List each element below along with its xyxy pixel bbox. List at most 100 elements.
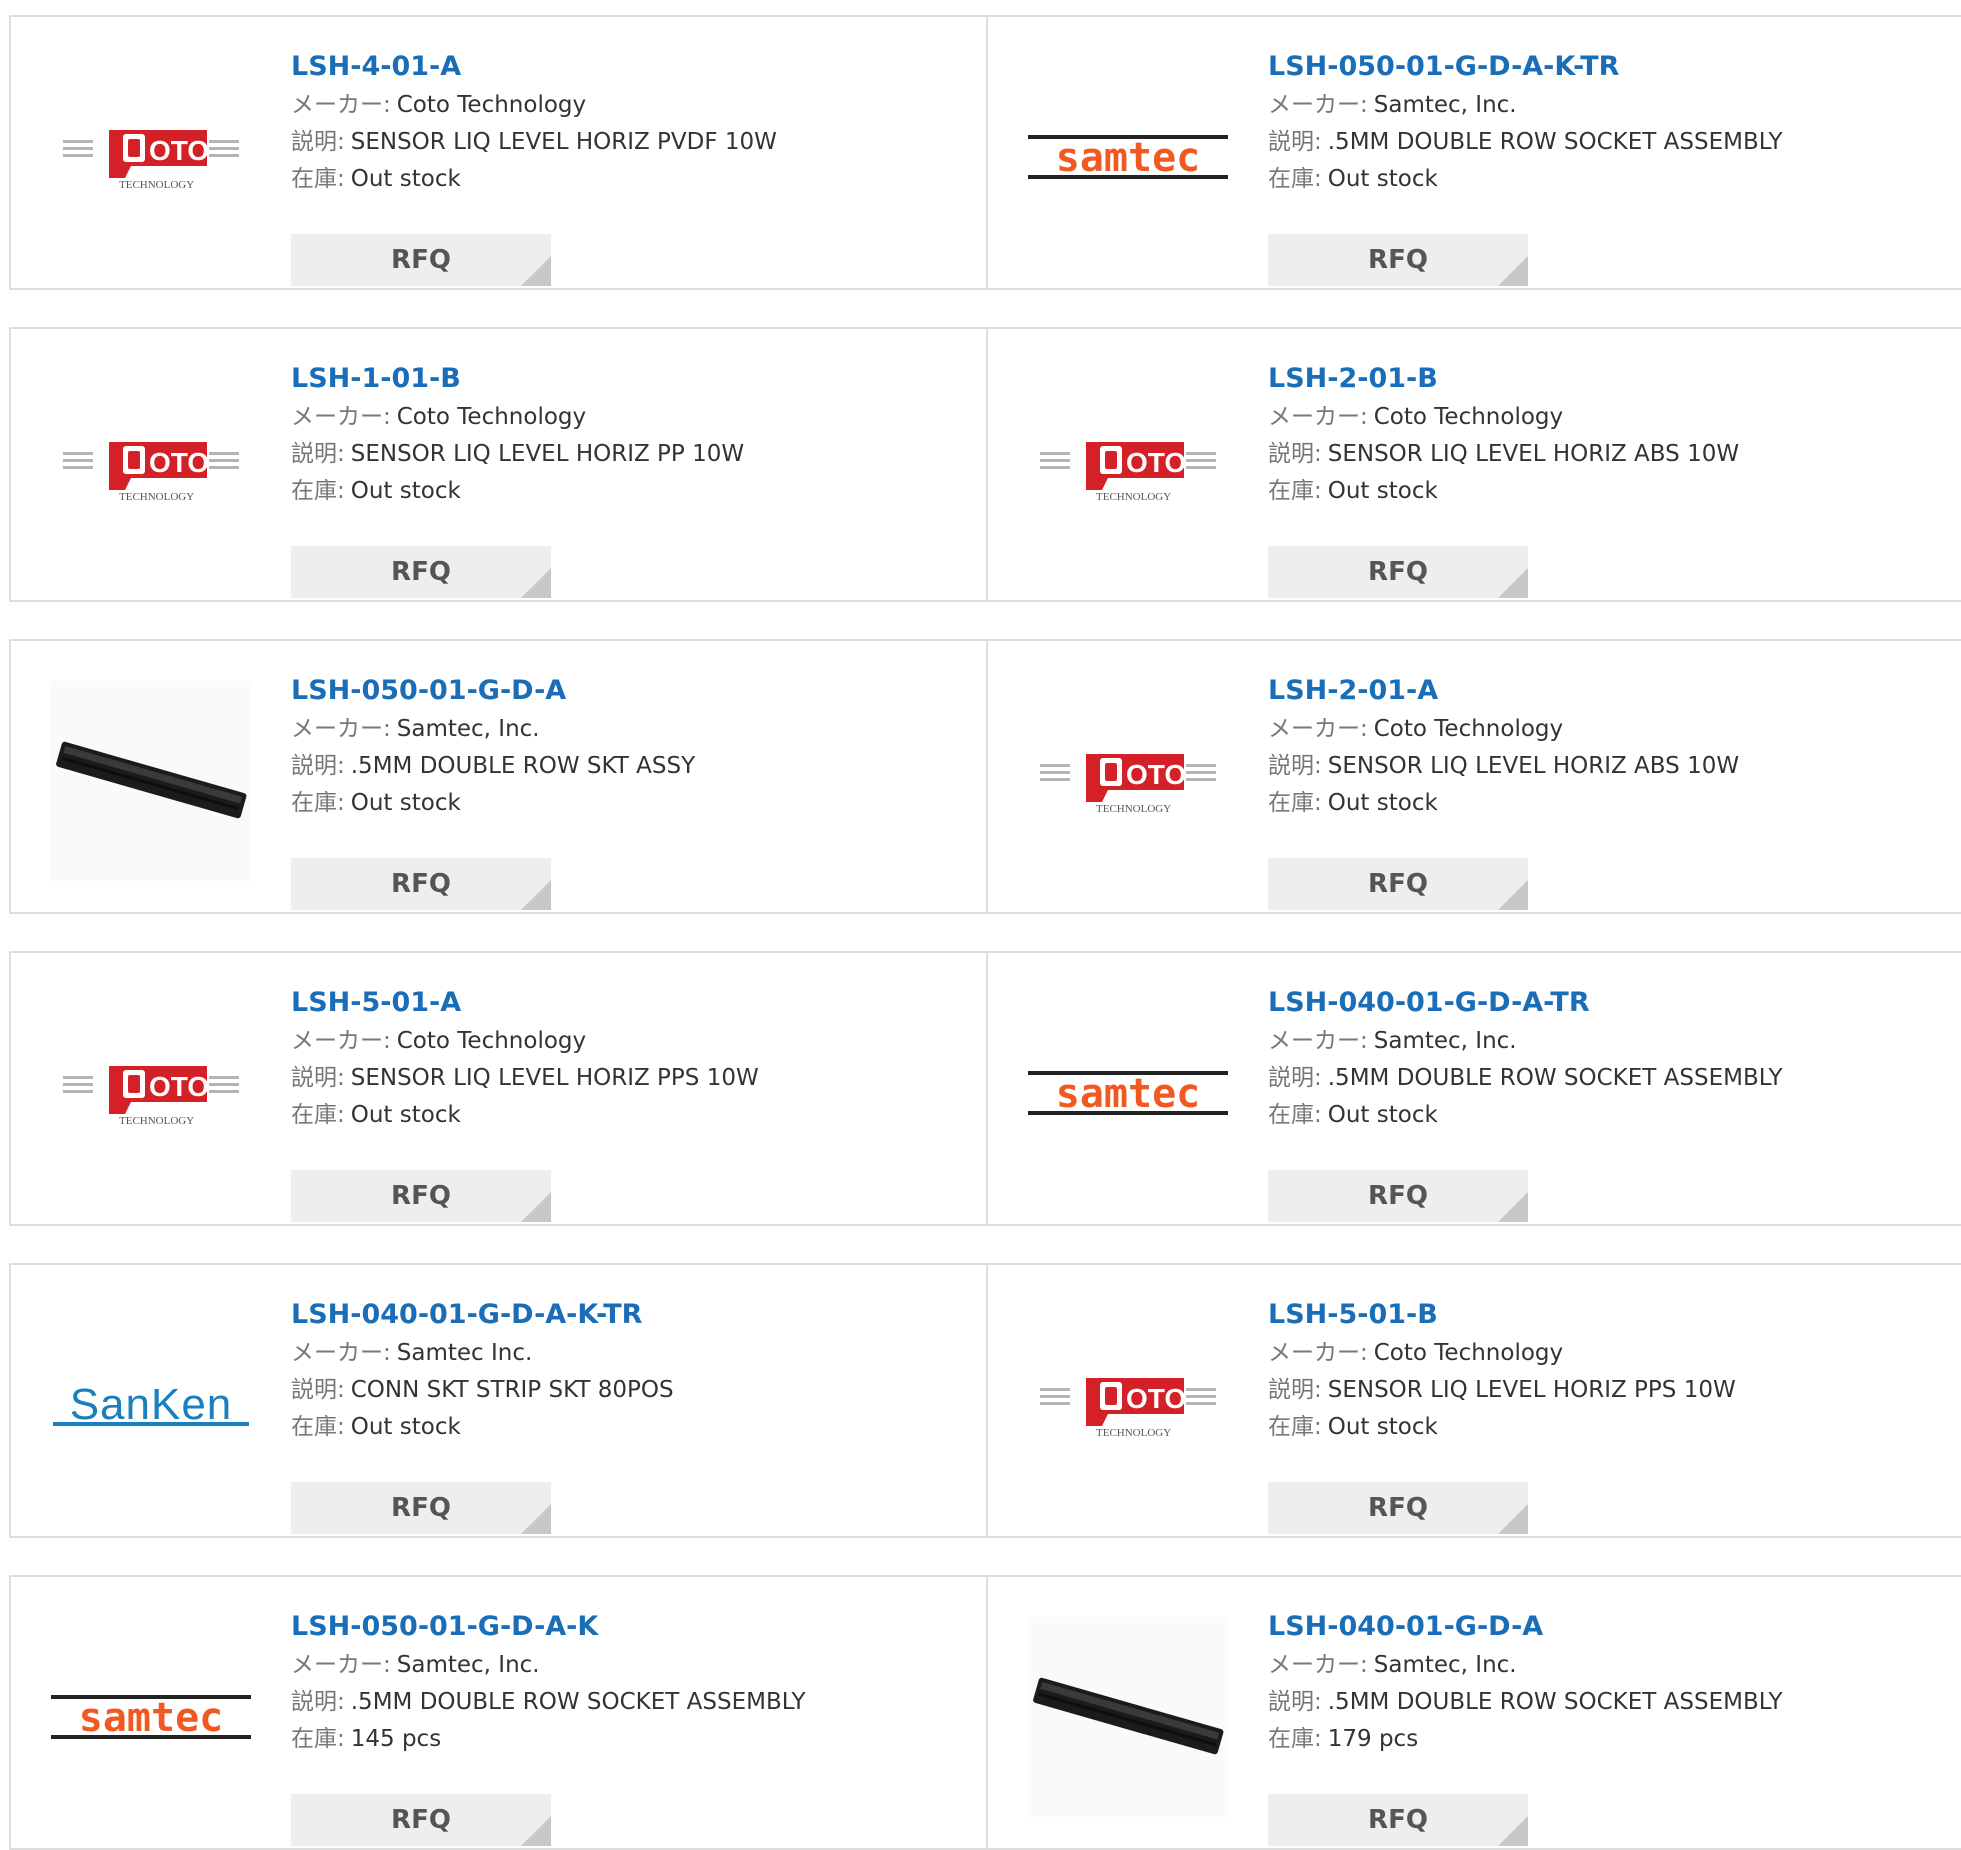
coto-logo-subtext: TECHNOLOGY <box>119 491 194 503</box>
product-info: LSH-1-01-B メーカー: Coto Technology 説明: SENSOR … <box>291 359 971 598</box>
maker-line: メーカー: Samtec, Inc. <box>1268 1023 1948 1060</box>
coto-logo[interactable]: OTO TECHNOLOGY <box>51 369 251 569</box>
product-card: OTO TECHNOLOGY LSH-4-01-A メーカー: Coto Technol… <box>11 17 986 288</box>
product-row: OTO TECHNOLOGY LSH-1-01-B メーカー: Coto Technol… <box>9 327 1961 602</box>
product-info: LSH-2-01-B メーカー: Coto Technology 説明: SENSOR … <box>1268 359 1948 598</box>
product-info: LSH-040-01-G-D-A-TR メーカー: Samtec, Inc. 説明:.… <box>1268 983 1948 1222</box>
part-number-link[interactable]: LSH-050-01-G-D-A-K <box>291 1607 971 1647</box>
samtec-logo-text: samtec <box>79 1695 224 1741</box>
rfq-button[interactable]: RFQ <box>291 1170 551 1222</box>
coto-logo-subtext: TECHNOLOGY <box>1096 803 1171 815</box>
stock-label: 在庫: <box>1268 1414 1322 1440</box>
rfq-label: RFQ <box>1368 557 1428 587</box>
corner-triangle-icon <box>521 256 551 286</box>
part-number-link[interactable]: LSH-1-01-B <box>291 359 971 399</box>
stock-line: 在庫: Out stock <box>1268 785 1948 822</box>
rfq-label: RFQ <box>391 869 451 899</box>
description-value: .5MM DOUBLE ROW SOCKET ASSEMBLY <box>1327 1689 1783 1715</box>
coto-logo-text: OTO <box>1126 759 1186 790</box>
rfq-label: RFQ <box>1368 1493 1428 1523</box>
part-number-link[interactable]: LSH-040-01-G-D-A-K-TR <box>291 1295 971 1335</box>
coto-logo[interactable]: OTO TECHNOLOGY <box>1028 681 1228 881</box>
description-value: SENSOR LIQ LEVEL HORIZ PP 10W <box>350 441 745 467</box>
maker-label: メーカー: <box>291 1652 391 1678</box>
maker-label: メーカー: <box>1268 92 1368 118</box>
part-number-link[interactable]: LSH-040-01-G-D-A <box>1268 1607 1948 1647</box>
rfq-button[interactable]: RFQ <box>291 546 551 598</box>
coto-logo-subtext: TECHNOLOGY <box>119 179 194 191</box>
rfq-button[interactable]: RFQ <box>1268 1482 1528 1534</box>
part-number-link[interactable]: LSH-040-01-G-D-A-TR <box>1268 983 1948 1023</box>
part-number-link[interactable]: LSH-5-01-A <box>291 983 971 1023</box>
part-number-link[interactable]: LSH-050-01-G-D-A-K-TR <box>1268 47 1948 87</box>
description-line: 説明: SENSOR LIQ LEVEL HORIZ PPS 10W <box>1268 1372 1948 1409</box>
product-info: LSH-5-01-B メーカー: Coto Technology 説明: SENSOR … <box>1268 1295 1948 1534</box>
stock-line: 在庫: Out stock <box>1268 473 1948 510</box>
description-line: 説明: SENSOR LIQ LEVEL HORIZ ABS 10W <box>1268 748 1948 785</box>
stock-line: 在庫: Out stock <box>1268 1097 1948 1134</box>
rfq-button[interactable]: RFQ <box>1268 858 1528 910</box>
coto-logo-text: OTO <box>1126 1383 1186 1414</box>
stock-label: 在庫: <box>291 1102 345 1128</box>
product-grid: OTO TECHNOLOGY LSH-4-01-A メーカー: Coto Technol… <box>0 0 1961 1850</box>
description-value: .5MM DOUBLE ROW SOCKET ASSEMBLY <box>1327 129 1783 155</box>
rfq-label: RFQ <box>1368 1181 1428 1211</box>
rfq-button[interactable]: RFQ <box>291 1794 551 1846</box>
description-line: 説明: SENSOR LIQ LEVEL HORIZ ABS 10W <box>1268 436 1948 473</box>
description-line: 説明: .5MM DOUBLE ROW SOCKET ASSEMBLY <box>1268 1684 1948 1721</box>
stock-line: 在庫: Out stock <box>291 1097 971 1134</box>
samtec-logo[interactable]: samtec <box>1028 993 1228 1193</box>
stock-value: Out stock <box>1327 478 1438 504</box>
maker-value: Samtec, Inc. <box>1373 1652 1517 1678</box>
product-info: LSH-040-01-G-D-A メーカー: Samtec, Inc. 説明: .5MM… <box>1268 1607 1948 1846</box>
maker-label: メーカー: <box>1268 1340 1368 1366</box>
maker-label: メーカー: <box>291 716 391 742</box>
rfq-button[interactable]: RFQ <box>1268 234 1528 286</box>
rfq-button[interactable]: RFQ <box>291 234 551 286</box>
rfq-button[interactable]: RFQ <box>1268 1794 1528 1846</box>
product-info: LSH-040-01-G-D-A-K-TR メーカー: Samtec Inc. 説明:… <box>291 1295 971 1534</box>
corner-triangle-icon <box>521 880 551 910</box>
description-label: 説明: <box>1268 1689 1322 1715</box>
product-row: SanKen LSH-040-01-G-D-A-K-TR メーカー: Samtec I… <box>9 1263 1961 1538</box>
rfq-label: RFQ <box>391 1805 451 1835</box>
coto-logo-text: OTO <box>1126 447 1186 478</box>
samtec-logo[interactable]: samtec <box>1028 57 1228 257</box>
maker-value: Coto Technology <box>396 92 587 118</box>
rfq-button[interactable]: RFQ <box>291 858 551 910</box>
samtec-logo-text: samtec <box>1056 1071 1201 1117</box>
part-number-link[interactable]: LSH-050-01-G-D-A <box>291 671 971 711</box>
coto-logo[interactable]: OTO TECHNOLOGY <box>1028 1305 1228 1505</box>
maker-line: メーカー: Samtec, Inc. <box>291 1647 971 1684</box>
maker-value: Coto Technology <box>1373 1340 1564 1366</box>
corner-triangle-icon <box>521 1192 551 1222</box>
part-number-link[interactable]: LSH-4-01-A <box>291 47 971 87</box>
corner-triangle-icon <box>1498 256 1528 286</box>
coto-logo[interactable]: OTO TECHNOLOGY <box>51 993 251 1193</box>
stock-value: Out stock <box>350 1414 461 1440</box>
product-image[interactable] <box>51 681 251 881</box>
product-card: samtec LSH-050-01-G-D-A-K-TR メーカー: Samtec, … <box>986 17 1961 288</box>
stock-line: 在庫: Out stock <box>291 1409 971 1446</box>
maker-value: Coto Technology <box>396 404 587 430</box>
samtec-logo[interactable]: samtec <box>51 1617 251 1817</box>
part-number-link[interactable]: LSH-2-01-A <box>1268 671 1948 711</box>
product-image[interactable] <box>1028 1617 1228 1817</box>
part-number-link[interactable]: LSH-2-01-B <box>1268 359 1948 399</box>
description-label: 説明: <box>291 1377 345 1403</box>
sanken-logo[interactable]: SanKen <box>51 1305 251 1505</box>
sanken-logo-text: SanKen <box>70 1380 233 1429</box>
coto-logo[interactable]: OTO TECHNOLOGY <box>51 57 251 257</box>
rfq-button[interactable]: RFQ <box>1268 546 1528 598</box>
part-number-link[interactable]: LSH-5-01-B <box>1268 1295 1948 1335</box>
rfq-button[interactable]: RFQ <box>291 1482 551 1534</box>
product-info: LSH-2-01-A メーカー: Coto Technology 説明: SENSOR … <box>1268 671 1948 910</box>
product-card: samtec LSH-050-01-G-D-A-K メーカー: Samtec, Inc… <box>11 1577 986 1848</box>
rfq-button[interactable]: RFQ <box>1268 1170 1528 1222</box>
stock-value: Out stock <box>1327 1414 1438 1440</box>
rfq-label: RFQ <box>391 1493 451 1523</box>
stock-line: 在庫: Out stock <box>1268 1409 1948 1446</box>
maker-line: メーカー: Coto Technology <box>291 87 971 124</box>
maker-value: Samtec Inc. <box>396 1340 533 1366</box>
coto-logo[interactable]: OTO TECHNOLOGY <box>1028 369 1228 569</box>
